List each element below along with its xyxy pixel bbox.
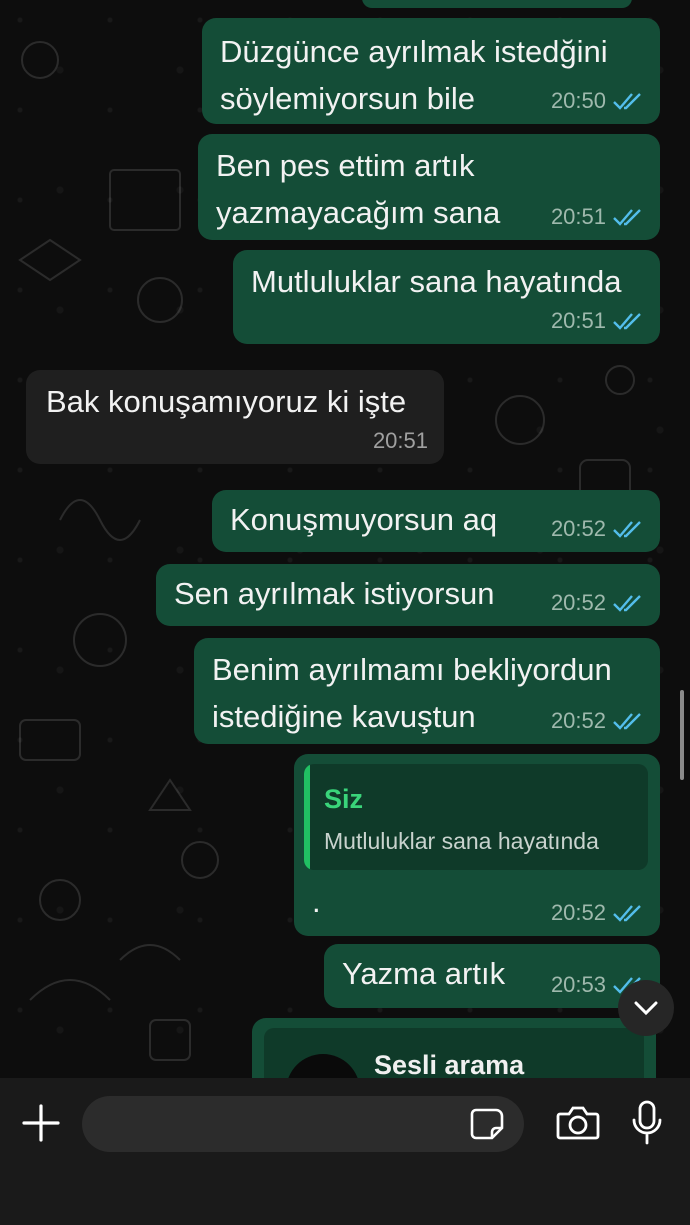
double-check-icon — [613, 521, 641, 538]
double-check-icon — [613, 713, 641, 730]
chevron-down-icon — [634, 1001, 658, 1016]
double-check-icon — [613, 905, 641, 922]
message-bubble-outgoing[interactable]: Ben pes ettim artık yazmayacağım sana 20… — [198, 134, 660, 240]
voice-call-title: Sesli arama — [374, 1050, 525, 1080]
double-check-icon — [613, 209, 641, 226]
message-bubble-outgoing[interactable]: Düzgünce ayrılmak istedğini söylemiyorsu… — [202, 18, 660, 124]
message-time: 20:51 — [550, 204, 606, 229]
message-input[interactable] — [102, 1096, 466, 1154]
message-bubble-outgoing[interactable]: Sen ayrılmak istiyorsun 20:52 — [156, 564, 660, 626]
quote-bar — [304, 764, 310, 870]
scroll-down-button[interactable] — [618, 980, 674, 1036]
message-text: Mutluluklar sana hayatında — [251, 264, 622, 299]
quoted-message[interactable]: Siz Mutluluklar sana hayatında — [304, 764, 648, 870]
message-bubble-incoming[interactable]: Bak konuşamıyoruz ki işte 20:51 — [26, 370, 444, 464]
message-time: 20:52 — [550, 708, 606, 733]
message-input-box[interactable] — [82, 1096, 524, 1154]
plus-icon[interactable] — [20, 1102, 62, 1144]
message-bubble-outgoing[interactable]: Yazma artık 20:53 — [324, 944, 660, 1008]
scrollbar[interactable] — [680, 690, 684, 780]
camera-icon[interactable] — [556, 1104, 600, 1142]
message-time: 20:52 — [550, 900, 606, 925]
message-time: 20:53 — [550, 972, 606, 997]
message-bubble-outgoing[interactable]: Mutluluklar sana hayatında 20:51 — [233, 250, 660, 344]
message-time: 20:51 — [372, 428, 428, 453]
quote-author: Siz — [324, 784, 364, 814]
sticker-icon[interactable] — [470, 1106, 506, 1142]
message-text: Bak konuşamıyoruz ki işte — [46, 384, 407, 419]
message-bubble-outgoing-reply[interactable]: Siz Mutluluklar sana hayatında . 20:52 — [294, 754, 660, 936]
double-check-icon — [613, 93, 641, 110]
double-check-icon — [613, 313, 641, 330]
mic-icon[interactable] — [630, 1100, 664, 1146]
message-time: 20:52 — [550, 516, 606, 541]
message-text: . — [312, 884, 321, 919]
message-time: 20:51 — [550, 308, 606, 333]
message-time: 20:52 — [550, 590, 606, 615]
previous-message-edge — [362, 0, 632, 8]
quote-text: Mutluluklar sana hayatında — [324, 828, 599, 854]
double-check-icon — [613, 595, 641, 612]
message-bubble-outgoing[interactable]: Konuşmuyorsun aq 20:52 — [212, 490, 660, 552]
message-bubble-outgoing[interactable]: Benim ayrılmamı bekliyordun istediğine k… — [194, 638, 660, 744]
message-time: 20:50 — [550, 88, 606, 113]
